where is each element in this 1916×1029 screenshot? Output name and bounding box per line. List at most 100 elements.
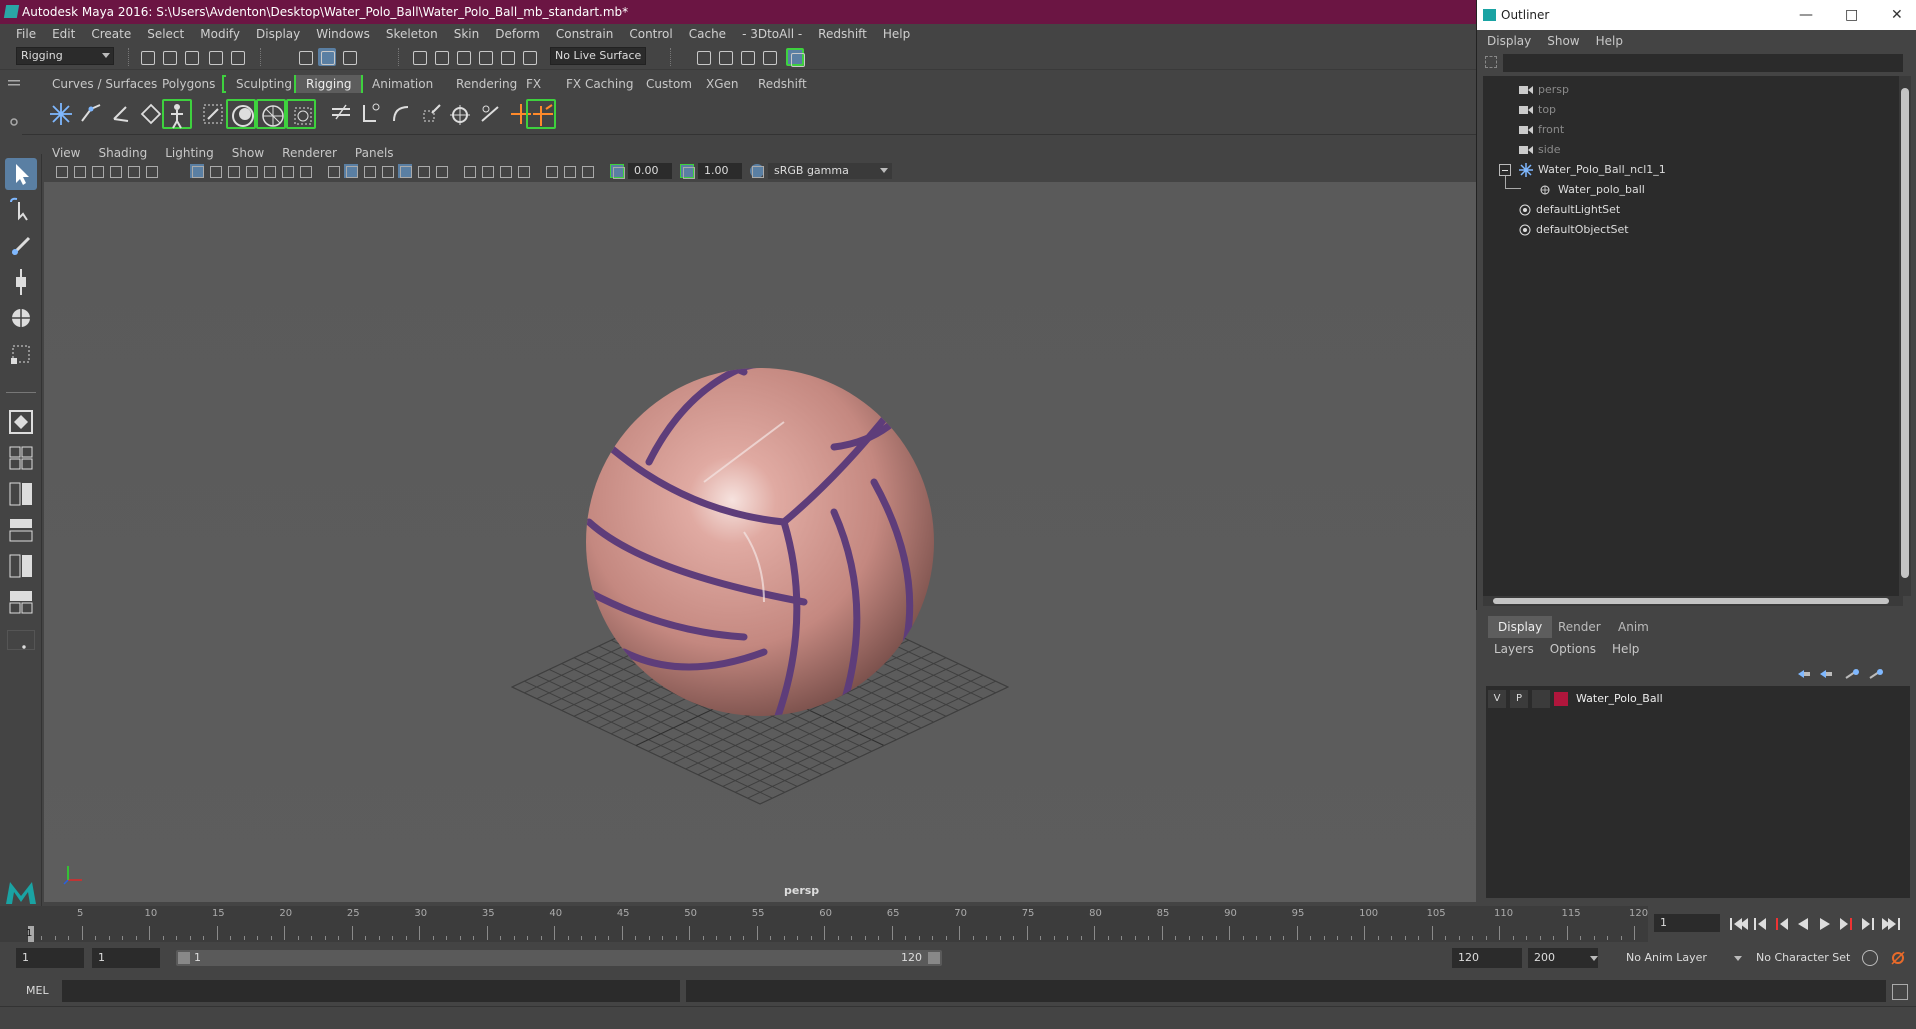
layer-tab-display[interactable]: Display (1488, 616, 1553, 638)
tab-custom[interactable]: Custom (636, 75, 702, 93)
go-to-start-icon[interactable] (1730, 918, 1748, 930)
textured-icon[interactable] (380, 164, 394, 178)
tab-polygons[interactable]: Polygons (152, 75, 225, 93)
outliner-item-water-polo-ball-group[interactable]: Water_Polo_Ball_ncl1_1 (1499, 160, 1666, 180)
humanik-icon[interactable] (162, 99, 192, 129)
persp-graph-layout-icon[interactable] (5, 514, 37, 546)
gate-mask-icon[interactable] (244, 164, 258, 178)
exposure-icon[interactable] (610, 164, 625, 179)
snap-curve-icon[interactable] (432, 48, 450, 66)
menu-control[interactable]: Control (621, 27, 680, 41)
tab-xgen[interactable]: XGen (696, 75, 749, 93)
animation-start-field[interactable]: 1 (16, 948, 84, 968)
outliner-item-water-polo-ball[interactable]: Water_polo_ball (1539, 180, 1645, 200)
hypershade-layout-icon[interactable] (5, 550, 37, 582)
maximize-icon[interactable]: □ (1845, 0, 1858, 30)
single-perspective-layout-icon[interactable] (5, 406, 37, 438)
viewport-menu-lighting[interactable]: Lighting (165, 146, 214, 160)
tab-sculpting[interactable]: Sculpting (226, 75, 302, 93)
viewport-menu-show[interactable]: Show (232, 146, 264, 160)
film-gate-icon[interactable] (208, 164, 222, 178)
use-all-lights-icon[interactable] (398, 164, 412, 178)
paint-select-tool-icon[interactable] (5, 230, 37, 262)
select-component-icon[interactable] (340, 48, 358, 66)
ipr-render-icon[interactable] (716, 48, 734, 66)
select-object-icon[interactable] (318, 48, 336, 66)
layer-menu-options[interactable]: Options (1550, 642, 1596, 656)
scale-constraint-icon[interactable] (416, 99, 446, 129)
tab-fx[interactable]: FX (516, 75, 551, 93)
menu-modify[interactable]: Modify (192, 27, 248, 41)
color-management-icon[interactable] (750, 164, 764, 178)
scroll-thumb[interactable] (1493, 598, 1889, 604)
command-input[interactable] (62, 980, 680, 1002)
render-settings-icon[interactable] (738, 48, 756, 66)
step-back-key-icon[interactable] (1776, 918, 1788, 930)
snap-together-icon[interactable] (520, 48, 538, 66)
render-current-frame-icon[interactable] (694, 48, 712, 66)
range-start-handle[interactable] (178, 952, 190, 964)
undo-icon[interactable] (206, 48, 224, 66)
layer-display-type-toggle[interactable] (1532, 690, 1550, 708)
camera-attributes-icon[interactable] (72, 164, 86, 178)
layer-menu-layers[interactable]: Layers (1494, 642, 1534, 656)
field-chart-icon[interactable] (262, 164, 276, 178)
select-hierarchy-icon[interactable] (296, 48, 314, 66)
resolution-gate-icon[interactable] (226, 164, 240, 178)
outliner-item-side[interactable]: side (1519, 140, 1561, 160)
shadows-icon[interactable] (416, 164, 430, 178)
menu-windows[interactable]: Windows (308, 27, 378, 41)
shelf-options-icon[interactable] (8, 108, 20, 126)
scroll-thumb[interactable] (1901, 88, 1909, 578)
outliner-horizontal-scrollbar[interactable] (1483, 596, 1903, 606)
render-view-icon[interactable] (786, 48, 805, 67)
uv-editor-layout-icon[interactable] (5, 586, 37, 618)
orient-constraint-icon[interactable] (386, 99, 416, 129)
outliner-vertical-scrollbar[interactable] (1899, 76, 1911, 596)
step-back-icon[interactable] (1754, 918, 1766, 930)
close-icon[interactable]: ✕ (1891, 0, 1903, 30)
menu-edit[interactable]: Edit (44, 27, 83, 41)
menu-constrain[interactable]: Constrain (548, 27, 622, 41)
safe-action-icon[interactable] (280, 164, 294, 178)
menu-create[interactable]: Create (83, 27, 139, 41)
image-plane-icon[interactable] (108, 164, 122, 178)
layer-color-swatch[interactable] (1554, 692, 1568, 706)
new-layer-from-selected-icon[interactable] (1868, 668, 1884, 680)
menu-redshift[interactable]: Redshift (810, 27, 875, 41)
ik-spline-icon[interactable] (106, 99, 136, 129)
layer-visibility-toggle[interactable]: V (1488, 690, 1506, 708)
shelf-menu-icon[interactable] (8, 77, 20, 89)
water-polo-ball-mesh[interactable] (586, 361, 934, 727)
snap-point-icon[interactable] (454, 48, 472, 66)
hypershade-icon[interactable] (760, 48, 778, 66)
layer-menu-help[interactable]: Help (1612, 642, 1639, 656)
snap-grid-icon[interactable] (410, 48, 428, 66)
playback-end-field[interactable]: 120 (1452, 948, 1522, 968)
animation-preferences-icon[interactable] (1890, 950, 1906, 966)
outliner-item-top[interactable]: top (1519, 100, 1556, 120)
outliner-item-default-object-set[interactable]: defaultObjectSet (1519, 220, 1629, 240)
play-backwards-icon[interactable] (1798, 918, 1808, 930)
sculpt-deformer-icon[interactable] (286, 99, 316, 129)
depth-of-field-icon[interactable] (498, 164, 512, 178)
snap-view-plane-icon[interactable] (476, 48, 494, 66)
step-forward-icon[interactable] (1862, 918, 1874, 930)
menu-select[interactable]: Select (139, 27, 192, 41)
open-scene-icon[interactable] (160, 48, 178, 66)
outliner-item-default-light-set[interactable]: defaultLightSet (1519, 200, 1620, 220)
menu-deform[interactable]: Deform (487, 27, 548, 41)
current-frame-field[interactable]: 1 (1654, 914, 1720, 932)
menu-skeleton[interactable]: Skeleton (378, 27, 446, 41)
outliner-menu-show[interactable]: Show (1547, 34, 1579, 48)
maya-home-logo-icon[interactable] (4, 876, 38, 906)
move-tool-icon[interactable] (5, 266, 37, 298)
menu-set-dropdown[interactable]: Rigging (16, 47, 114, 65)
tab-redshift[interactable]: Redshift (748, 75, 817, 93)
menu-file[interactable]: File (8, 27, 44, 41)
animation-end-field[interactable]: 200 (1528, 948, 1598, 968)
ik-handle-icon[interactable] (76, 99, 106, 129)
menu-skin[interactable]: Skin (446, 27, 488, 41)
play-forwards-icon[interactable] (1820, 918, 1830, 930)
live-surface-field[interactable]: No Live Surface (550, 47, 646, 65)
